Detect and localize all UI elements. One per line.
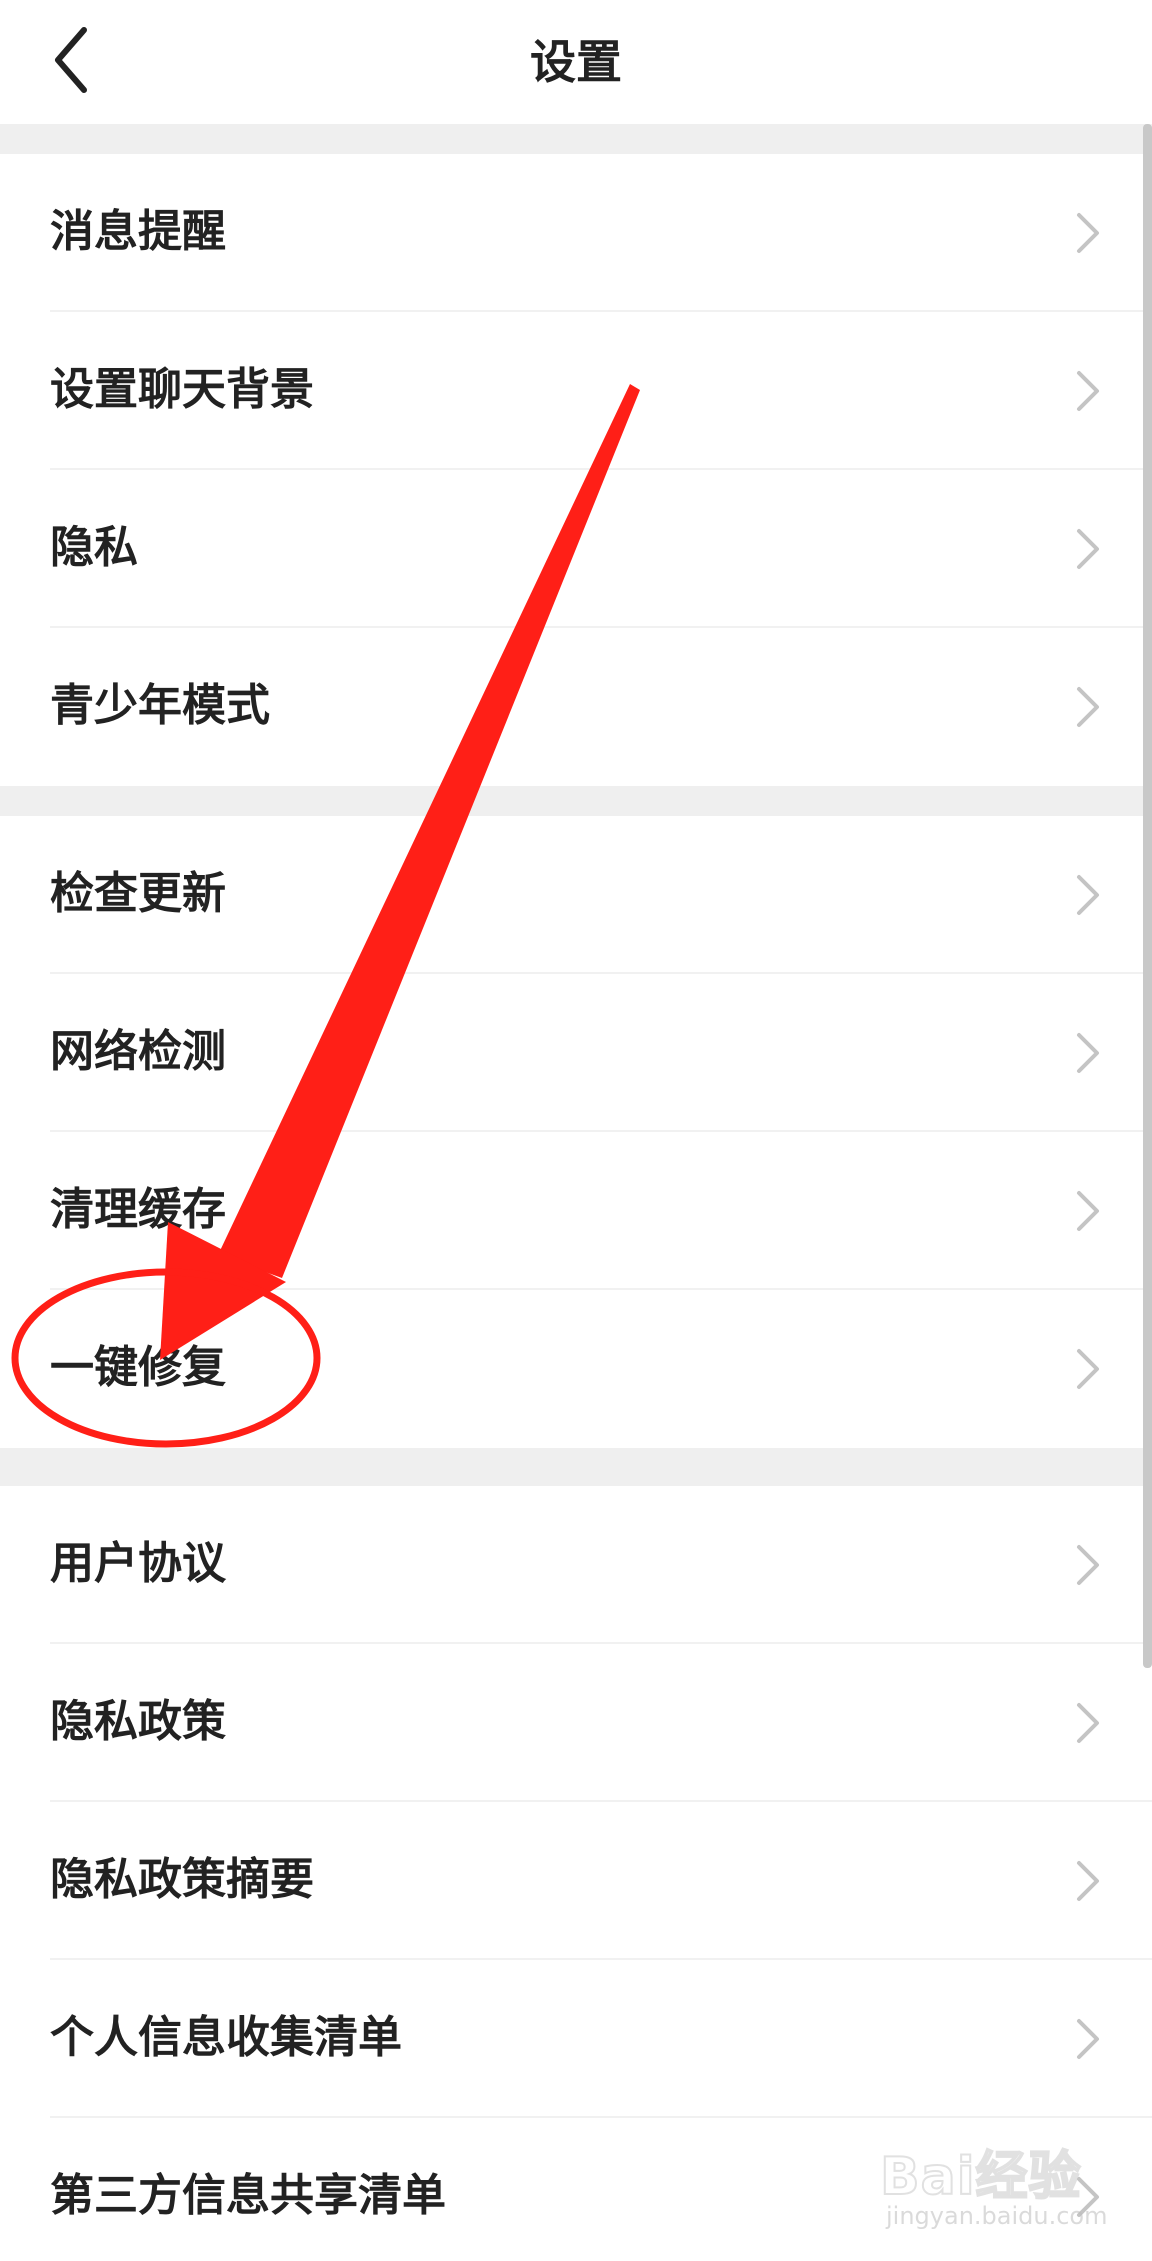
settings-item-clear-cache[interactable]: 清理缓存 xyxy=(0,1132,1152,1290)
settings-item-chat-background[interactable]: 设置聊天背景 xyxy=(0,312,1152,470)
watermark-url: jingyan.baidu.com xyxy=(886,2202,1108,2230)
settings-item-user-agreement[interactable]: 用户协议 xyxy=(0,1486,1152,1644)
settings-item-label: 检查更新 xyxy=(50,868,226,919)
settings-item-label: 用户协议 xyxy=(50,1538,226,1589)
chevron-right-icon xyxy=(1077,1349,1099,1389)
page-title: 设置 xyxy=(530,35,622,89)
chevron-right-icon xyxy=(1077,1861,1099,1901)
watermark-logo: Bai经验 xyxy=(879,2146,1082,2208)
chevron-right-icon xyxy=(1077,1703,1099,1743)
settings-item-label: 个人信息收集清单 xyxy=(50,2012,402,2063)
settings-item-label: 隐私政策摘要 xyxy=(50,1854,314,1905)
settings-item-privacy-policy-summary[interactable]: 隐私政策摘要 xyxy=(0,1802,1152,1960)
settings-item-message-reminder[interactable]: 消息提醒 xyxy=(0,154,1152,312)
section-gap xyxy=(0,124,1152,154)
settings-item-label: 网络检测 xyxy=(50,1026,226,1077)
chevron-right-icon xyxy=(1077,687,1099,727)
settings-item-label: 青少年模式 xyxy=(50,680,270,731)
chevron-right-icon xyxy=(1077,2019,1099,2059)
chevron-right-icon xyxy=(1077,875,1099,915)
scrollbar[interactable] xyxy=(1143,124,1152,1668)
settings-item-label: 隐私政策 xyxy=(50,1696,226,1747)
settings-item-privacy-policy[interactable]: 隐私政策 xyxy=(0,1644,1152,1802)
section-gap xyxy=(0,1448,1152,1486)
section-gap xyxy=(0,786,1152,816)
chevron-right-icon xyxy=(1077,213,1099,253)
chevron-right-icon xyxy=(1077,371,1099,411)
chevron-right-icon xyxy=(1077,1545,1099,1585)
chevron-right-icon xyxy=(1077,529,1099,569)
settings-item-check-update[interactable]: 检查更新 xyxy=(0,816,1152,974)
settings-item-label: 清理缓存 xyxy=(50,1184,226,1235)
settings-item-label: 设置聊天背景 xyxy=(50,364,314,415)
header: 设置 xyxy=(0,0,1152,124)
chevron-right-icon xyxy=(1077,1033,1099,1073)
settings-item-label: 第三方信息共享清单 xyxy=(50,2170,446,2221)
settings-item-label: 消息提醒 xyxy=(50,206,226,257)
settings-item-youth-mode[interactable]: 青少年模式 xyxy=(0,628,1152,786)
watermark: Bai经验 jingyan.baidu.com xyxy=(879,2130,1110,2240)
settings-item-one-click-repair[interactable]: 一键修复 xyxy=(0,1290,1152,1448)
settings-item-network-check[interactable]: 网络检测 xyxy=(0,974,1152,1132)
settings-item-label: 隐私 xyxy=(50,522,138,573)
settings-item-privacy[interactable]: 隐私 xyxy=(0,470,1152,628)
settings-item-personal-info-list[interactable]: 个人信息收集清单 xyxy=(0,1960,1152,2118)
chevron-right-icon xyxy=(1077,1191,1099,1231)
settings-item-label: 一键修复 xyxy=(50,1342,226,1393)
